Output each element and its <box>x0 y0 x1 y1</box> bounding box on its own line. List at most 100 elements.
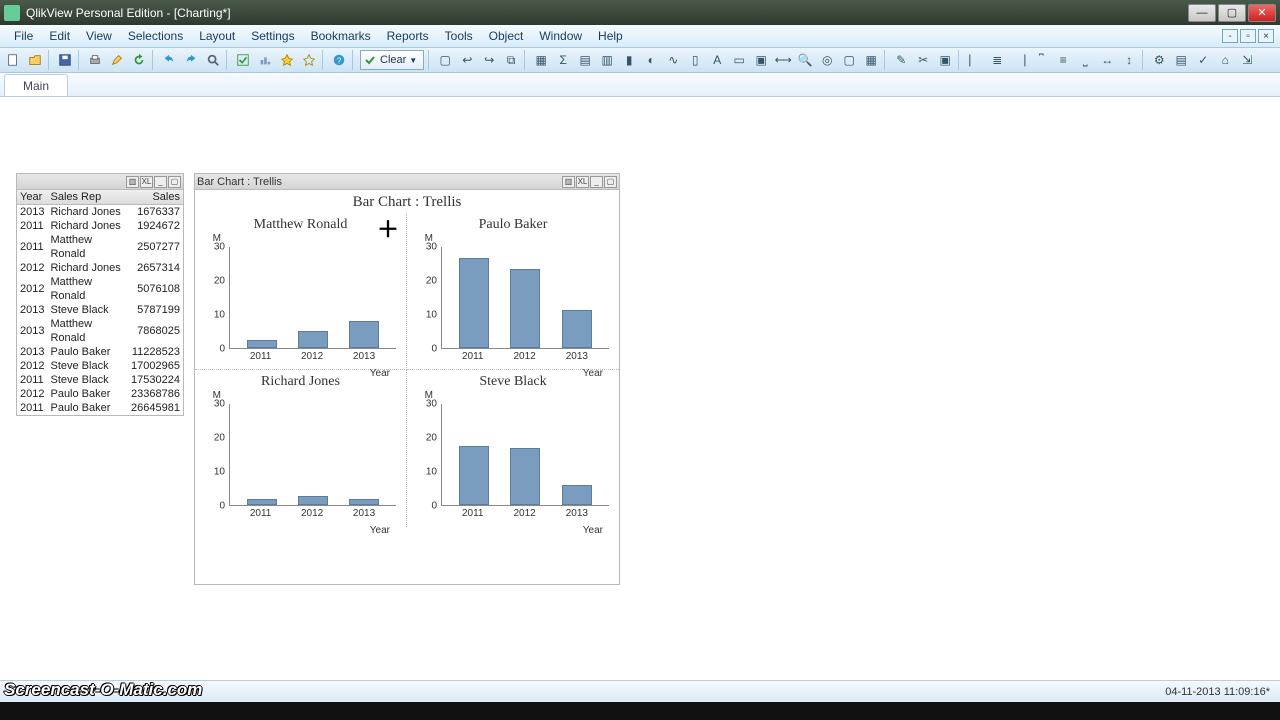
design-bring-front-icon[interactable]: ↪ <box>479 50 499 70</box>
align-right-icon[interactable]: ⎹ <box>1009 50 1029 70</box>
table-xl-icon[interactable]: ▥ <box>126 176 139 188</box>
bar[interactable] <box>510 269 540 348</box>
table-row[interactable]: 2013Richard Jones1676337 <box>17 205 183 220</box>
table-box[interactable]: ▥ XL _ ▢ Year Sales Rep Sales 2013Richar… <box>16 173 184 416</box>
col-sales[interactable]: Sales <box>128 190 183 205</box>
bar[interactable] <box>298 496 328 505</box>
bar[interactable] <box>459 446 489 505</box>
search-icon[interactable] <box>203 50 223 70</box>
design-send-back-icon[interactable]: ↩ <box>457 50 477 70</box>
menu-layout[interactable]: Layout <box>191 26 243 46</box>
reload-icon[interactable] <box>129 50 149 70</box>
design-container-icon[interactable]: ▣ <box>751 50 771 70</box>
bookmark-remove-icon[interactable] <box>299 50 319 70</box>
redo-icon[interactable] <box>181 50 201 70</box>
new-icon[interactable] <box>3 50 23 70</box>
menu-help[interactable]: Help <box>590 26 631 46</box>
design-list-icon[interactable]: ▥ <box>597 50 617 70</box>
align-left-icon[interactable]: ⎸ <box>965 50 985 70</box>
mdi-minimize-button[interactable]: - <box>1222 29 1238 43</box>
align-bottom-icon[interactable]: ⎵ <box>1075 50 1095 70</box>
menu-tools[interactable]: Tools <box>437 26 481 46</box>
table-row[interactable]: 2012Paulo Baker23368786 <box>17 387 183 401</box>
table-header[interactable]: ▥ XL _ ▢ <box>17 174 183 190</box>
chart-box[interactable]: Bar Chart : Trellis ▥ XL _ ▢ Bar Chart :… <box>194 173 620 585</box>
design-input-icon[interactable]: ▢ <box>839 50 859 70</box>
menu-reports[interactable]: Reports <box>379 26 437 46</box>
design-button-icon[interactable]: ▭ <box>729 50 749 70</box>
sheet-props-icon[interactable]: ▤ <box>1171 50 1191 70</box>
close-button[interactable]: ✕ <box>1248 4 1276 22</box>
design-copy-icon[interactable]: ⧉ <box>501 50 521 70</box>
minimize-button[interactable]: — <box>1188 4 1216 22</box>
menu-view[interactable]: View <box>78 26 120 46</box>
print-icon[interactable] <box>85 50 105 70</box>
design-new-sheet-icon[interactable]: ▢ <box>435 50 455 70</box>
table-row[interactable]: 2012Matthew Ronald5076108 <box>17 275 183 303</box>
menu-window[interactable]: Window <box>531 26 590 46</box>
design-line-icon[interactable]: ∿ <box>663 50 683 70</box>
menu-file[interactable]: File <box>6 26 41 46</box>
align-middle-icon[interactable]: ≡ <box>1053 50 1073 70</box>
data-table[interactable]: Year Sales Rep Sales 2013Richard Jones16… <box>17 190 183 415</box>
bar[interactable] <box>562 485 592 505</box>
menu-edit[interactable]: Edit <box>41 26 78 46</box>
tab-main[interactable]: Main <box>4 74 68 96</box>
design-gauge-icon[interactable]: ◐ <box>641 50 661 70</box>
design-bar-icon[interactable]: ▮ <box>619 50 639 70</box>
table-min-icon[interactable]: _ <box>154 176 167 188</box>
chart-xl-icon[interactable]: ▥ <box>562 176 575 188</box>
menu-bookmarks[interactable]: Bookmarks <box>303 26 379 46</box>
table-row[interactable]: 2012Richard Jones2657314 <box>17 261 183 275</box>
design-pivot-icon[interactable]: Σ <box>553 50 573 70</box>
design-table-icon[interactable]: ▦ <box>531 50 551 70</box>
save-icon[interactable] <box>55 50 75 70</box>
distribute-h-icon[interactable]: ↔ <box>1097 50 1117 70</box>
webview-icon[interactable]: ⌂ <box>1215 50 1235 70</box>
bar[interactable] <box>247 340 277 348</box>
doc-props-icon[interactable]: ⚙ <box>1149 50 1169 70</box>
design-current-icon[interactable]: ◎ <box>817 50 837 70</box>
chart-max-icon[interactable]: ▢ <box>604 176 617 188</box>
distribute-v-icon[interactable]: ↕ <box>1119 50 1139 70</box>
user-prefs-icon[interactable]: ✓ <box>1193 50 1213 70</box>
selections-icon[interactable] <box>233 50 253 70</box>
table-row[interactable]: 2013Matthew Ronald7868025 <box>17 317 183 345</box>
align-top-icon[interactable]: ⎴ <box>1031 50 1051 70</box>
undo-icon[interactable] <box>159 50 179 70</box>
col-year[interactable]: Year <box>17 190 47 205</box>
table-row[interactable]: 2011Matthew Ronald2507277 <box>17 233 183 261</box>
design-straight-icon[interactable]: ▤ <box>575 50 595 70</box>
bar[interactable] <box>349 321 379 348</box>
design-calendar-icon[interactable]: ▦ <box>861 50 881 70</box>
table-row[interactable]: 2011Steve Black17530224 <box>17 373 183 387</box>
menu-selections[interactable]: Selections <box>120 26 191 46</box>
maximize-button[interactable]: ▢ <box>1218 4 1246 22</box>
bar[interactable] <box>562 310 592 348</box>
design-wand-icon[interactable]: ✎ <box>891 50 911 70</box>
table-detach-icon[interactable]: XL <box>140 176 153 188</box>
design-text-icon[interactable]: A <box>707 50 727 70</box>
open-icon[interactable] <box>25 50 45 70</box>
col-salesrep[interactable]: Sales Rep <box>47 190 128 205</box>
export-icon[interactable]: ⇲ <box>1237 50 1257 70</box>
design-combo-icon[interactable]: ▯ <box>685 50 705 70</box>
bar[interactable] <box>459 258 489 348</box>
table-row[interactable]: 2012Steve Black17002965 <box>17 359 183 373</box>
menu-settings[interactable]: Settings <box>243 26 302 46</box>
bookmark-add-icon[interactable] <box>277 50 297 70</box>
bar[interactable] <box>298 331 328 348</box>
mdi-close-button[interactable]: × <box>1258 29 1274 43</box>
chart-icon[interactable] <box>255 50 275 70</box>
table-row[interactable]: 2013Steve Black5787199 <box>17 303 183 317</box>
chart-header[interactable]: Bar Chart : Trellis ▥ XL _ ▢ <box>195 174 619 190</box>
bar[interactable] <box>349 499 379 505</box>
design-search-icon[interactable]: 🔍 <box>795 50 815 70</box>
chart-detach-icon[interactable]: XL <box>576 176 589 188</box>
mdi-restore-button[interactable]: ▫ <box>1240 29 1256 43</box>
menu-object[interactable]: Object <box>481 26 532 46</box>
help-icon[interactable]: ? <box>329 50 349 70</box>
edit-icon[interactable] <box>107 50 127 70</box>
clear-button[interactable]: Clear ▼ <box>360 50 424 70</box>
align-center-icon[interactable]: ≣ <box>987 50 1007 70</box>
